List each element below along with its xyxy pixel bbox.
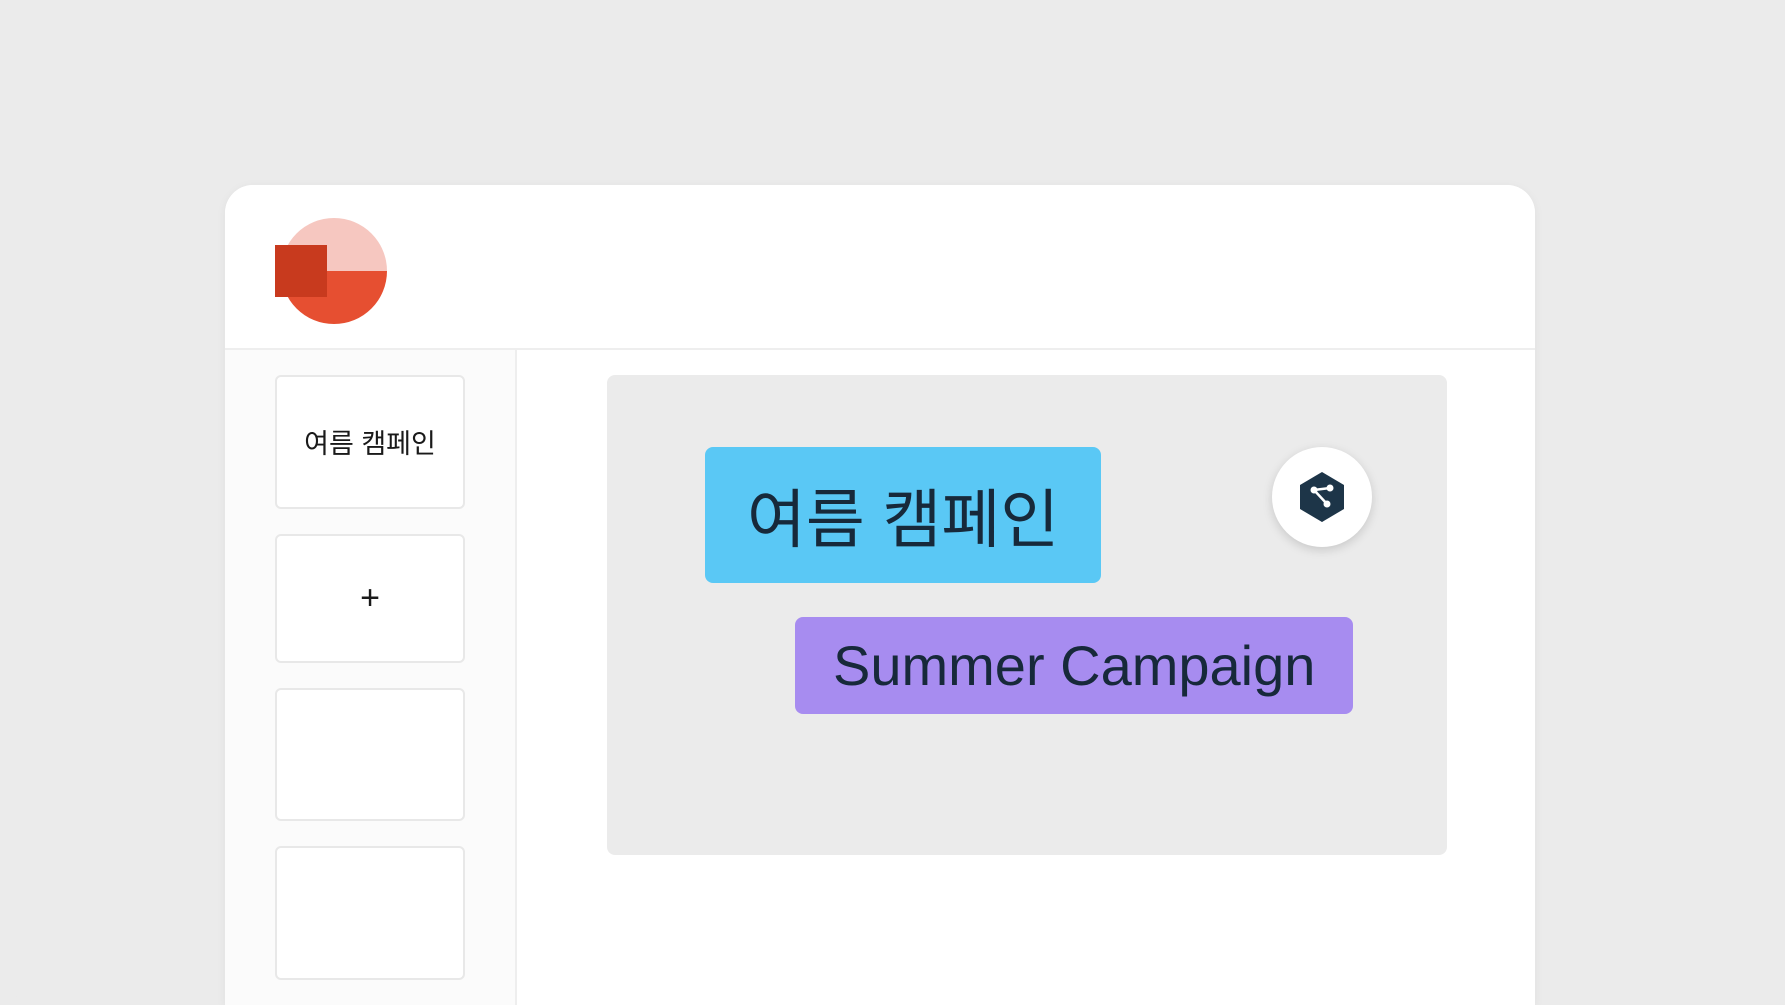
english-title-text: Summer Campaign <box>833 634 1315 697</box>
app-logo[interactable] <box>275 215 387 327</box>
logo-square-icon <box>275 245 327 297</box>
slide-thumbnail-empty-2[interactable] <box>275 846 465 980</box>
slide-thumbnail-empty-1[interactable] <box>275 688 465 822</box>
slide-thumbnail-label: 여름 캠페인 <box>304 422 436 461</box>
slide-canvas[interactable]: 여름 캠페인 Summer Campaign <box>607 375 1447 855</box>
sidebar: 여름 캠페인 + <box>225 350 517 1005</box>
korean-title-text: 여름 캠페인 <box>747 484 1059 556</box>
main-canvas: 여름 캠페인 Summer Campaign <box>517 350 1535 1005</box>
translate-badge[interactable] <box>1272 447 1372 547</box>
korean-title-text-box[interactable]: 여름 캠페인 <box>705 447 1101 583</box>
app-window: 여름 캠페인 + 여름 캠페인 Summer Campaign <box>225 185 1535 1005</box>
content-area: 여름 캠페인 + 여름 캠페인 Summer Campaign <box>225 350 1535 1005</box>
translate-hexagon-icon <box>1295 470 1349 524</box>
plus-icon: + <box>360 579 380 618</box>
english-title-text-box[interactable]: Summer Campaign <box>795 617 1353 714</box>
add-slide-button[interactable]: + <box>275 534 465 663</box>
outer-frame: 여름 캠페인 + 여름 캠페인 Summer Campaign <box>0 0 1785 1004</box>
header <box>225 185 1535 350</box>
slide-thumbnail-1[interactable]: 여름 캠페인 <box>275 375 465 509</box>
